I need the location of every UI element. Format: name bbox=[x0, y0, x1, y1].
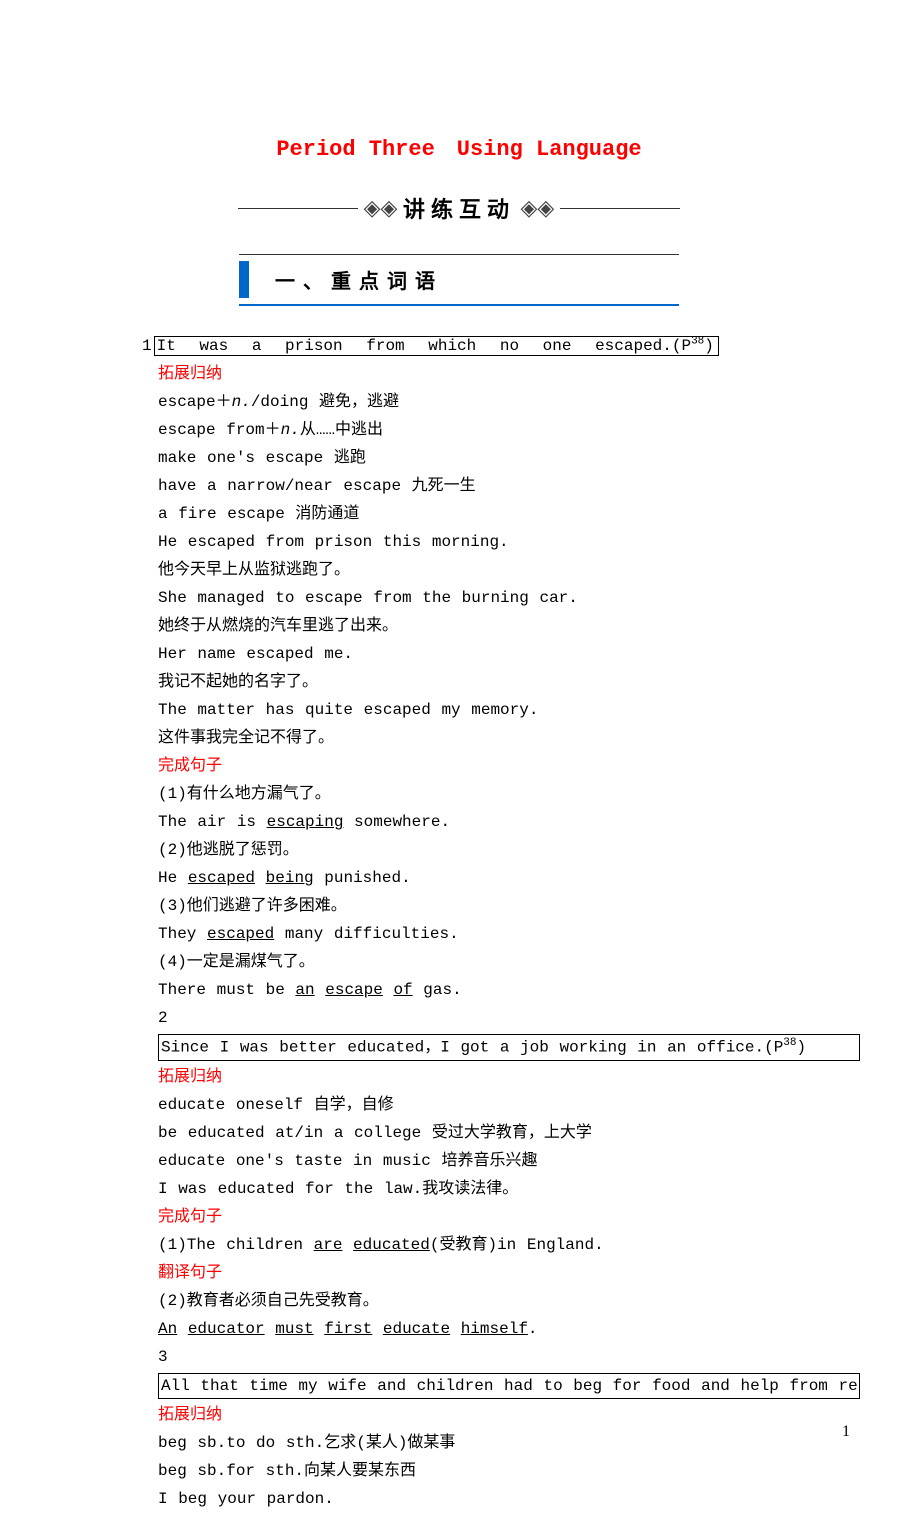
expand-label: 拓展归纳 bbox=[158, 1403, 860, 1427]
translate-label: 翻译句子 bbox=[158, 1261, 860, 1285]
a2: An educator must first educate himself. bbox=[158, 1317, 860, 1341]
line: She managed to escape from the burning c… bbox=[158, 586, 860, 610]
item1-head: 1It was a prison from which no one escap… bbox=[158, 334, 860, 358]
line: 我记不起她的名字了。 bbox=[158, 670, 860, 694]
line: I was educated for the law.我攻读法律。 bbox=[158, 1177, 860, 1201]
a2: He escaped being punished. bbox=[158, 866, 860, 890]
line: Her name escaped me. bbox=[158, 642, 860, 666]
a1: The air is escaping somewhere. bbox=[158, 810, 860, 834]
item3-box: All that time my wife and children had t… bbox=[158, 1373, 860, 1399]
line: have a narrow/near escape 九死一生 bbox=[158, 474, 860, 498]
line: educate one's taste in music 培养音乐兴趣 bbox=[158, 1149, 860, 1173]
line: 这件事我完全记不得了。 bbox=[158, 726, 860, 750]
line: 她终于从燃烧的汽车里逃了出来。 bbox=[158, 614, 860, 638]
line: make one's escape 逃跑 bbox=[158, 446, 860, 470]
a3: They escaped many difficulties. bbox=[158, 922, 860, 946]
q3: (3)他们逃避了许多困难。 bbox=[158, 894, 860, 918]
page-number: 1 bbox=[842, 1423, 850, 1441]
line: escape from＋n.从……中逃出 bbox=[158, 418, 860, 442]
item3-num: 3 bbox=[158, 1345, 860, 1369]
decor-row: ◈◈ 讲练互动 ◈◈ bbox=[58, 192, 860, 224]
section-label: 一、重点词语 bbox=[255, 261, 679, 298]
q1: (1)有什么地方漏气了。 bbox=[158, 782, 860, 806]
a4: There must be an escape of gas. bbox=[158, 978, 860, 1002]
line: I beg your pardon. bbox=[158, 1487, 860, 1511]
q2: (2)教育者必须自己先受教育。 bbox=[158, 1289, 860, 1313]
expand-label: 拓展归纳 bbox=[158, 362, 860, 386]
line: a fire escape 消防通道 bbox=[158, 502, 860, 526]
section-heading: 一、重点词语 bbox=[239, 254, 679, 306]
expand-label: 拓展归纳 bbox=[158, 1065, 860, 1089]
q1: (1)The children are educated(受教育)in Engl… bbox=[158, 1233, 860, 1257]
item2-box: Since I was better educated，I got a job … bbox=[158, 1034, 860, 1060]
line: educate oneself 自学，自修 bbox=[158, 1093, 860, 1117]
line: 他今天早上从监狱逃跑了。 bbox=[158, 558, 860, 582]
line: be educated at/in a college 受过大学教育，上大学 bbox=[158, 1121, 860, 1145]
complete-label: 完成句子 bbox=[158, 1205, 860, 1229]
line: beg sb.to do sth.乞求(某人)做某事 bbox=[158, 1431, 860, 1455]
page-title: Period Three Using Language bbox=[58, 130, 860, 162]
content: 1 It was a prison from which no one escap… bbox=[58, 334, 860, 1511]
line: escape＋n./doing 避免，逃避 bbox=[158, 390, 860, 414]
q2: (2)他逃脱了惩罚。 bbox=[158, 838, 860, 862]
line: He escaped from prison this morning. bbox=[158, 530, 860, 554]
line: beg sb.for sth.向某人要某东西 bbox=[158, 1459, 860, 1483]
complete-label: 完成句子 bbox=[158, 754, 860, 778]
item1-box: It was a prison from which no one escape… bbox=[154, 336, 719, 356]
decor-text: 讲练互动 bbox=[403, 197, 515, 222]
q4: (4)一定是漏煤气了。 bbox=[158, 950, 860, 974]
item2-num: 2 bbox=[158, 1006, 860, 1030]
line: The matter has quite escaped my memory. bbox=[158, 698, 860, 722]
